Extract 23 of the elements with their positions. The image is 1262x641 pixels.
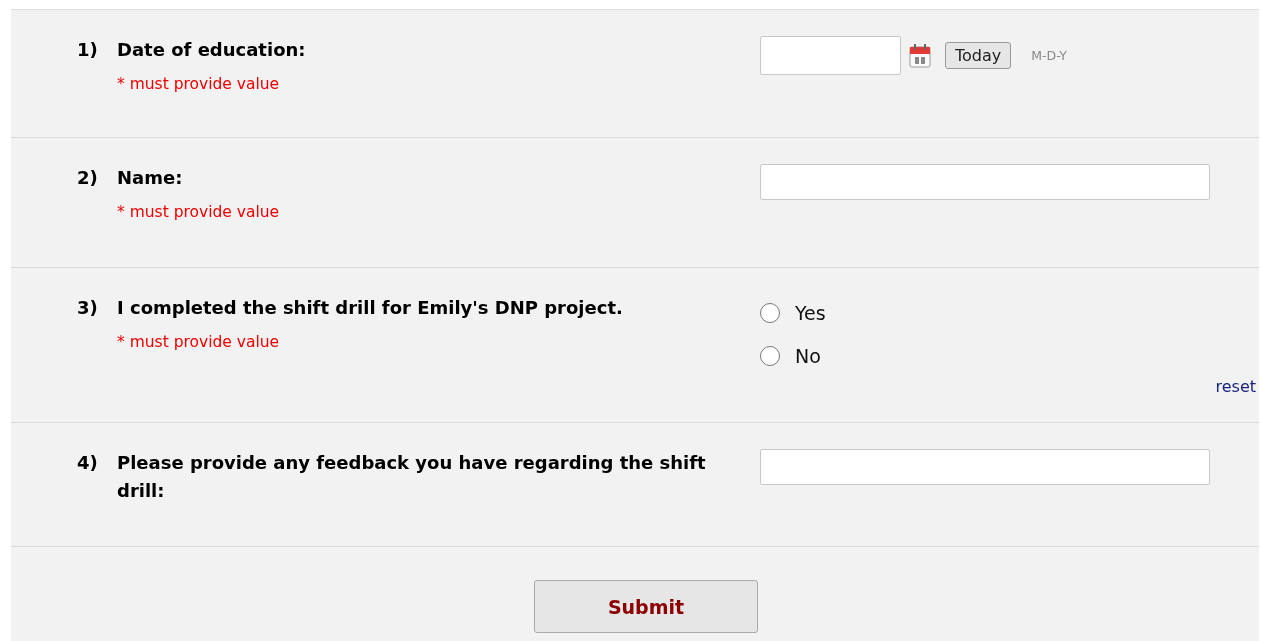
option-label: Yes [795,301,826,324]
text-field[interactable] [760,449,1210,485]
text-field[interactable] [760,164,1210,200]
question-label: Name: [117,166,184,190]
radio-button[interactable] [760,345,780,366]
question-label: I completed the shift drill for Emily's DNP project. [117,296,624,320]
question-number: 1) [77,38,99,62]
calendar-icon[interactable] [909,43,931,68]
question-number: 2) [77,166,99,190]
question-number: 3) [77,296,99,320]
format-hint: M-D-Y [1031,48,1067,63]
radio-button[interactable] [760,302,780,323]
submit-button[interactable]: Submit [534,580,758,633]
question-label: Date of education: [117,38,307,62]
option-label: No [795,344,821,367]
today-button[interactable]: Today [945,42,1012,69]
question-label: Please provide any feedback you have regarding the shift drill: [117,451,707,503]
question-number: 4) [77,451,99,475]
required-note: * must provide value [117,74,281,94]
required-note: * must provide value [117,202,281,222]
date-field[interactable] [760,36,901,75]
reset-link[interactable]: reset [1215,377,1256,396]
required-note: * must provide value [117,332,281,352]
